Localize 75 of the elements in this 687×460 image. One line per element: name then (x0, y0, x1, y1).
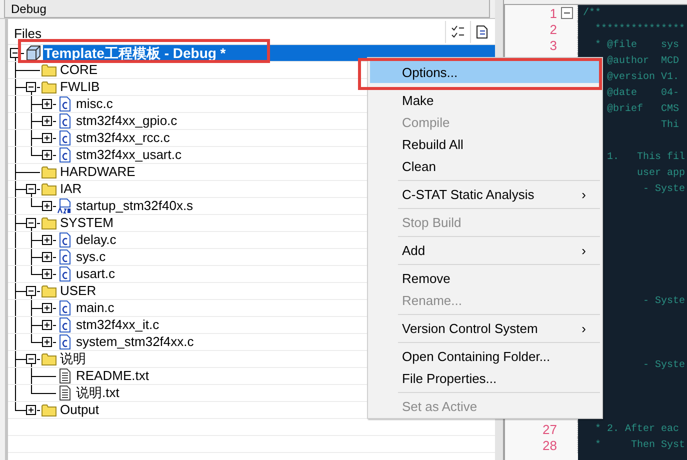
code-line: * @file sys (594, 40, 680, 50)
code-line: @date 04- (606, 88, 680, 98)
c-file-icon (57, 334, 73, 350)
menu-item[interactable]: Make (370, 89, 600, 111)
menu-item[interactable]: Add › (370, 239, 600, 261)
expand-icon[interactable] (42, 269, 53, 280)
folder-icon (41, 215, 57, 231)
expand-icon[interactable] (42, 320, 53, 331)
code-line: 1. This fil (606, 152, 686, 162)
code-line: @author MCD (606, 56, 680, 66)
collapse-icon[interactable] (26, 82, 37, 93)
checklist-icon (451, 24, 465, 38)
c-file-icon (57, 96, 73, 112)
menu-item[interactable]: Rebuild All (370, 133, 600, 155)
line-number: 28 (542, 438, 557, 452)
code-line: user app (636, 168, 686, 178)
code-line: /** (582, 8, 602, 18)
line-number: 2 (548, 22, 557, 36)
folder-icon (41, 181, 57, 197)
c-file-icon (57, 113, 73, 129)
collapse-icon[interactable] (561, 7, 573, 19)
collapse-icon[interactable] (26, 286, 37, 297)
expand-icon[interactable] (42, 201, 53, 212)
code-line: * Then Syst (594, 440, 686, 450)
expand-icon[interactable] (42, 133, 53, 144)
menu-item[interactable]: Open Containing Folder... (370, 345, 600, 367)
code-line: * 2. After eac (594, 424, 680, 434)
menu-item[interactable]: C-STAT Static Analysis › (370, 183, 600, 205)
folder-icon (41, 351, 57, 367)
c-file-icon (57, 300, 73, 316)
menu-item[interactable]: File Properties... (370, 367, 600, 389)
folder-icon (41, 62, 57, 78)
file-list-icon (476, 24, 490, 38)
expand-icon[interactable] (42, 150, 53, 161)
expand-icon[interactable] (26, 405, 37, 416)
line-number: 3 (548, 38, 557, 52)
text-file-icon (57, 385, 73, 401)
expand-icon[interactable] (42, 252, 53, 263)
c-file-icon (57, 249, 73, 265)
folder-icon (41, 283, 57, 299)
line-number: 27 (542, 422, 557, 436)
c-file-icon (57, 232, 73, 248)
asm-file-icon (57, 198, 73, 214)
c-file-icon (57, 130, 73, 146)
folder-icon (41, 164, 57, 180)
collapse-icon[interactable] (10, 48, 21, 59)
panel-header: Files (13, 25, 42, 41)
menu-item[interactable]: Version Control System › (370, 317, 600, 339)
menu-item[interactable]: Remove (370, 267, 600, 289)
code-line: @version V1. (606, 72, 680, 82)
collapse-icon[interactable] (26, 354, 37, 365)
code-line: - Syste (642, 296, 686, 306)
expand-icon[interactable] (42, 337, 53, 348)
code-line: - Syste (642, 360, 686, 370)
c-file-icon (57, 317, 73, 333)
c-file-icon (57, 147, 73, 163)
collapse-icon[interactable] (26, 218, 37, 229)
code-line: - Syste (642, 184, 686, 194)
menu-item[interactable]: Options... (370, 61, 600, 83)
folder-icon (41, 79, 57, 95)
collapse-icon[interactable] (26, 184, 37, 195)
expand-icon[interactable] (42, 116, 53, 127)
line-number: 1 (548, 6, 557, 20)
expand-icon[interactable] (42, 303, 53, 314)
c-file-icon (57, 266, 73, 282)
project-icon (25, 45, 41, 61)
configuration-dropdown[interactable]: Debug (4, 0, 490, 18)
expand-icon[interactable] (42, 99, 53, 110)
text-file-icon (57, 368, 73, 384)
folder-icon (41, 402, 57, 418)
menu-item[interactable]: Clean (370, 155, 600, 177)
code-line: Thi (660, 120, 680, 130)
code-line: @brief CMS (606, 104, 680, 114)
code-line: *************** (594, 24, 686, 34)
expand-icon[interactable] (42, 235, 53, 246)
